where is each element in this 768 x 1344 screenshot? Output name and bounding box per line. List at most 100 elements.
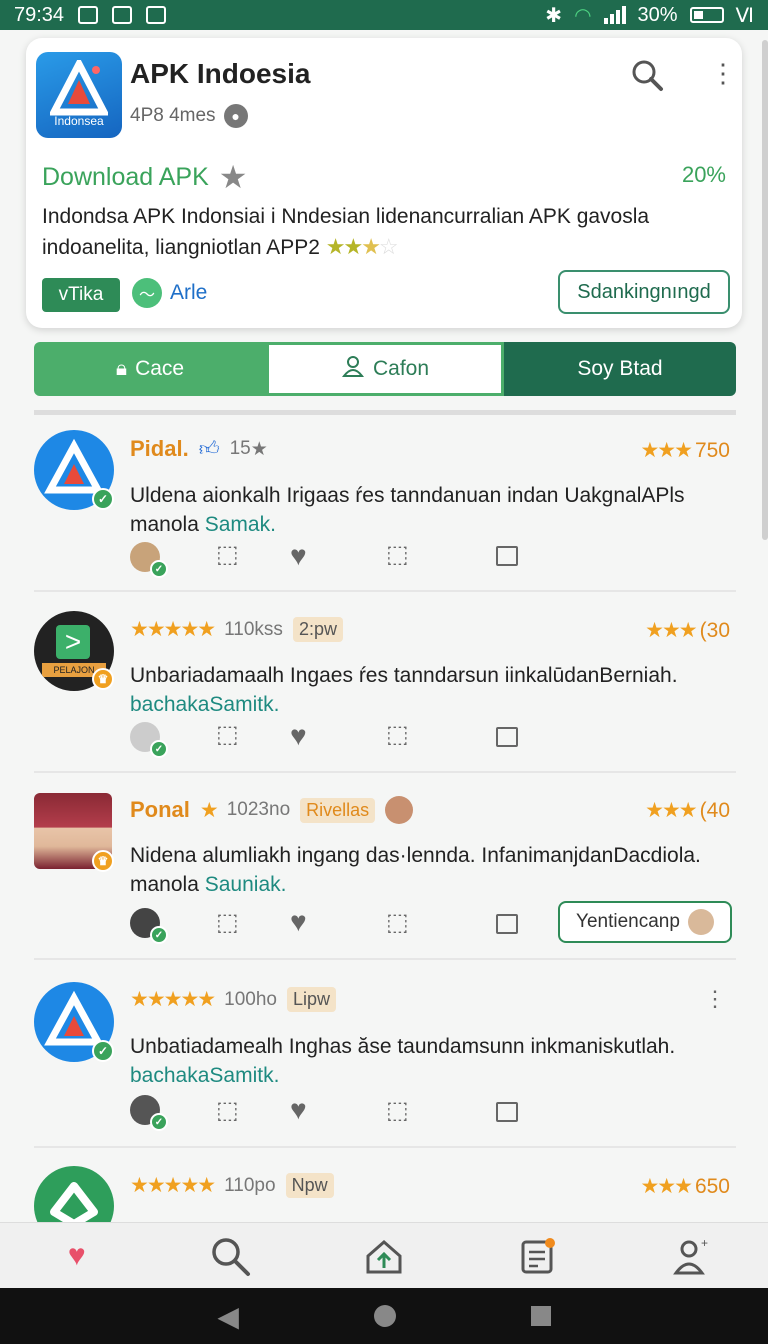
review-meta: 1023no	[226, 799, 291, 820]
mini-avatar[interactable]: ✓	[130, 542, 168, 578]
star-icon[interactable]: ★	[219, 158, 248, 196]
review-rating: ★★★ 750	[640, 438, 730, 463]
search-icon[interactable]	[630, 58, 664, 97]
divider	[34, 590, 736, 592]
app-title: APK Indoesia	[130, 58, 311, 89]
review-meta: 110kss	[224, 618, 283, 640]
rating-stars-icon: ★★★	[640, 439, 693, 462]
review-meta: 100ho	[224, 988, 277, 1010]
share-icon[interactable]: ⬚	[386, 540, 409, 569]
nav-favorites[interactable]: ♥	[0, 1223, 154, 1288]
mini-avatar[interactable]: ✓	[130, 1095, 168, 1131]
reviewer-name[interactable]: Pidal.	[130, 436, 189, 462]
recents-icon[interactable]	[530, 1306, 551, 1326]
rating-stars-icon: ★★★	[640, 1175, 693, 1198]
star-icon: ★	[199, 798, 219, 822]
news-icon	[521, 1237, 555, 1273]
bookmark-icon[interactable]	[496, 914, 518, 934]
tag-badge[interactable]: vTika	[42, 278, 120, 312]
verified-badge-icon: ✓	[150, 560, 168, 578]
nav-upload[interactable]	[307, 1223, 461, 1288]
back-icon[interactable]: ◀	[217, 1300, 239, 1333]
user-icon	[341, 354, 365, 384]
app-subtitle: 4P8 4mes ●	[130, 104, 248, 128]
review-header: ★★★★★ 100ho Lipw	[130, 987, 337, 1012]
nav-news[interactable]	[461, 1223, 615, 1288]
rating-value: 650	[694, 1174, 730, 1198]
home-icon[interactable]	[373, 1305, 396, 1327]
status-bar: 79:34 ✱ ◠ 30% Ⅵ	[0, 0, 768, 30]
review-text: Uldena aionkalh Irigaas ŕes tanndanuan i…	[130, 481, 730, 539]
heart-icon[interactable]: ♥	[290, 1094, 307, 1126]
app-logo-text: Indonsea	[54, 114, 104, 128]
nav-search[interactable]	[154, 1223, 308, 1288]
svg-text:+: +	[701, 1237, 708, 1250]
review-link[interactable]: Samak.	[205, 513, 276, 536]
download-label: Download APK	[42, 162, 209, 191]
review-text: Unbariadamaalh Ingaes ŕes tanndarsun iin…	[130, 661, 730, 719]
lock-icon: 🔒︎	[115, 357, 128, 380]
status-extra: Ⅵ	[735, 4, 754, 27]
more-vert-icon[interactable]: ⋮	[704, 986, 726, 1012]
system-nav: ◀	[0, 1288, 768, 1344]
time-pill: Lipw	[286, 987, 337, 1012]
review-link[interactable]: bachakaSamitk.	[130, 693, 279, 716]
more-vert-icon[interactable]: ⋮	[710, 60, 736, 86]
verified-badge-icon: ✓	[150, 1113, 168, 1131]
review-link[interactable]: bachakaSamitk.	[130, 1064, 279, 1087]
review-meta: 15	[229, 438, 251, 459]
mini-avatar	[687, 909, 714, 935]
crown-badge-icon: ♛	[92, 850, 114, 872]
download-apk-link[interactable]: Download APK ★	[42, 158, 247, 196]
review-header: Pidal. 👍︎ 15 ★	[130, 436, 268, 462]
rating-value: (30	[699, 618, 730, 642]
rating-stars-icon: ★★★★★	[130, 988, 216, 1011]
bookmark-icon[interactable]	[496, 727, 518, 747]
heart-icon[interactable]: ♥	[290, 906, 307, 938]
review-header: Ponal ★ 1023no Rivellas	[130, 796, 414, 824]
review-body: Unbatiadamealh Inghas ăse taundamsunn in…	[130, 1035, 676, 1058]
check-notification-icon	[78, 6, 99, 24]
heart-icon[interactable]: ♥	[290, 720, 307, 752]
share-icon[interactable]: ⬚	[386, 720, 409, 749]
verified-badge-icon: ✓	[150, 926, 168, 944]
wifi-icon: ◠	[574, 4, 592, 27]
like-icon[interactable]: ⬚	[216, 1096, 239, 1125]
reply-button[interactable]: Yentiencanp	[558, 901, 732, 943]
battery-percent: 30%	[637, 3, 678, 26]
verified-badge-icon: ✓	[92, 1040, 114, 1062]
play-icon: >	[56, 625, 90, 659]
heart-icon[interactable]: ♥	[290, 540, 307, 572]
like-icon[interactable]: ⬚	[216, 908, 239, 937]
nav-profile[interactable]: +	[614, 1223, 768, 1288]
reply-button-label: Yentiencanp	[576, 911, 680, 932]
tag-arle[interactable]: 〜 Arle	[132, 278, 207, 308]
tab-soy-btad[interactable]: Soy Btad	[504, 342, 736, 396]
globe-icon: ●	[223, 104, 248, 128]
bookmark-icon[interactable]	[496, 546, 518, 566]
home-upload-icon	[366, 1239, 402, 1273]
tab-cace[interactable]: 🔒︎ Cace	[34, 342, 266, 396]
rating-stars-icon: ★★★☆	[325, 234, 399, 259]
app-subtitle-text: 4P8 4mes	[130, 105, 216, 126]
like-icon[interactable]: ⬚	[216, 720, 239, 749]
emoji-avatar-icon	[385, 796, 414, 824]
bookmark-icon[interactable]	[496, 1102, 518, 1122]
mini-avatar[interactable]: ✓	[130, 908, 168, 944]
tab-label: Soy Btad	[577, 357, 663, 380]
scrollbar[interactable]	[762, 40, 768, 540]
star-icon: ★	[250, 438, 268, 460]
tag-arle-label: Arle	[170, 281, 208, 304]
share-icon[interactable]: ⬚	[386, 908, 409, 937]
review-header: ★★★★★ 110po Npw	[130, 1173, 334, 1198]
ranking-button[interactable]: Sdankingnıngd	[558, 270, 730, 314]
tab-bar: 🔒︎ Cace Cafon Soy Btad	[34, 342, 736, 396]
share-icon[interactable]: ⬚	[386, 1096, 409, 1125]
like-icon[interactable]: ⬚	[216, 540, 239, 569]
crown-badge-icon: ♛	[92, 668, 114, 690]
reviewer-name[interactable]: Ponal	[130, 797, 190, 823]
review-link[interactable]: Sauniak.	[205, 873, 287, 896]
mini-avatar[interactable]: ✓	[130, 722, 168, 758]
tab-cafon[interactable]: Cafon	[266, 342, 504, 396]
search-icon	[212, 1237, 251, 1276]
